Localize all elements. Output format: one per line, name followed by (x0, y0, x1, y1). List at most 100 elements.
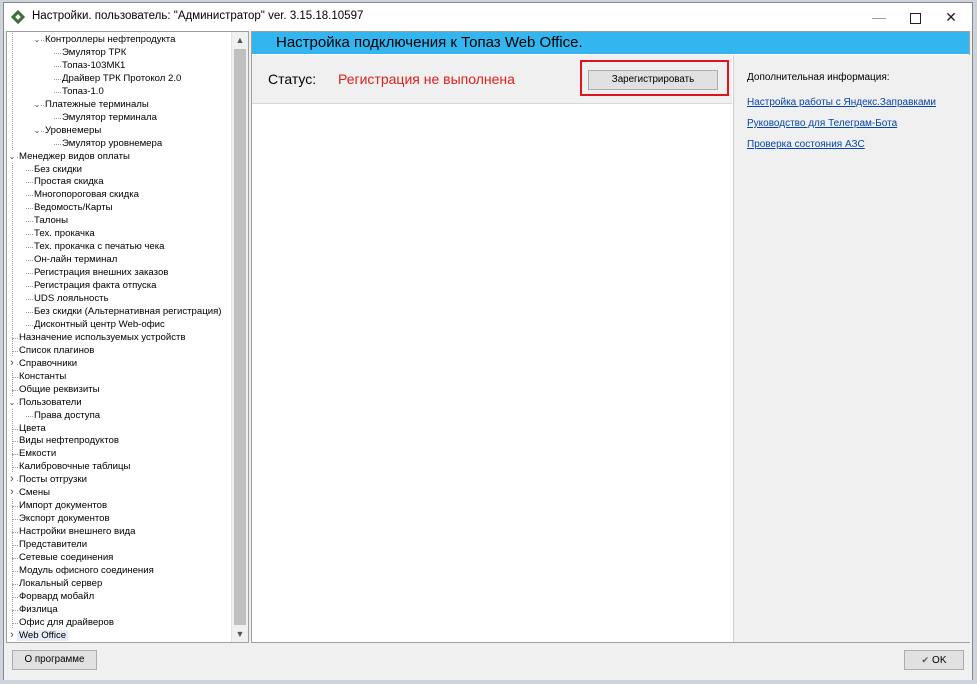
tree-item[interactable]: Платежные терминалы (45, 98, 149, 111)
tree-item[interactable]: Эмулятор ТРК (62, 46, 126, 59)
tree-item[interactable]: Назначение используемых устройств (19, 331, 186, 344)
settings-tree[interactable]: ⌄ Контроллеры нефтепродукта Эмулятор ТРК То… (6, 31, 249, 643)
tree-item[interactable]: Смены (19, 486, 50, 499)
tree-item[interactable]: Виды нефтепродуктов (19, 434, 119, 447)
tree-item-label: Он-лайн терминал (34, 254, 118, 266)
tree-item[interactable]: Регистрация факта отпуска (34, 279, 157, 292)
tree-item[interactable]: Топаз-1.0 (62, 85, 104, 98)
tree-item[interactable]: Емкости (19, 447, 56, 460)
tree-item[interactable]: Эмулятор терминала (62, 111, 157, 124)
tree-item[interactable]: Ведомость/Карты (34, 201, 113, 214)
chevron-right-icon[interactable]: › (8, 486, 16, 500)
tree-item[interactable]: Эмулятор уровнемера (62, 137, 162, 150)
tree-item[interactable]: Регистрация внешних заказов (34, 266, 168, 279)
tree-item-label: Без скидки (Альтернативная регистрация) (34, 305, 222, 317)
tree-item[interactable]: Офис для драйверов (19, 616, 114, 629)
tree-item[interactable]: Модуль офисного соединения (19, 564, 154, 577)
tree-item[interactable]: Драйвер ТРК Протокол 2.0 (62, 72, 181, 85)
tree-connector (26, 247, 33, 249)
tree-item[interactable]: Импорт документов (19, 499, 107, 512)
tree-connector (12, 428, 18, 430)
scroll-thumb[interactable] (234, 49, 246, 625)
tree-item[interactable]: Дисконтный центр Web-офис (34, 318, 165, 331)
tree-item[interactable]: Общие реквизиты (19, 383, 100, 396)
scroll-up-icon[interactable]: ▲ (232, 32, 248, 48)
tree-item[interactable]: Контроллеры нефтепродукта (45, 33, 175, 46)
tree-item-label: Топаз-1.0 (62, 85, 104, 97)
tree-connector (26, 324, 33, 326)
window-title: Настройки. пользователь: "Администратор"… (32, 10, 364, 22)
maximize-button[interactable] (898, 3, 932, 31)
tree-item[interactable]: Настройки внешнего вида (19, 525, 135, 538)
tree-item[interactable]: Физлица (19, 603, 58, 616)
tree-item[interactable]: Без скидки (Альтернативная регистрация) (34, 305, 221, 318)
minimize-button[interactable]: — (862, 3, 896, 31)
tree-connector (26, 311, 33, 313)
tree-connector (12, 596, 18, 598)
tree-item-label: Настройки внешнего вида (19, 526, 136, 538)
chevron-down-icon[interactable]: ⌄ (33, 123, 41, 137)
tree-connector (26, 182, 33, 184)
tree-item[interactable]: Посты отгрузки (19, 473, 87, 486)
tree-item[interactable]: Менеджер видов оплаты (19, 150, 130, 163)
tree-item[interactable]: Список плагинов (19, 344, 94, 357)
tree-item[interactable]: Многопороговая скидка (34, 188, 139, 201)
tree-item[interactable]: Сетевые соединения (19, 551, 113, 564)
tree-item[interactable]: UDS лояльность (34, 292, 109, 305)
tree-item-label: Емкости (19, 448, 57, 460)
tree-item[interactable]: Права доступа (34, 409, 100, 422)
tree-item[interactable]: Простая скидка (34, 175, 104, 188)
tree-item[interactable]: Талоны (34, 214, 68, 227)
tree-item[interactable]: Топаз-103МК1 (62, 59, 125, 72)
tree-item[interactable]: Без скидки (34, 163, 82, 176)
title-bar[interactable]: Настройки. пользователь: "Администратор"… (4, 3, 972, 31)
tree-connector (12, 558, 18, 559)
tree-item[interactable]: Локальный сервер (19, 577, 102, 590)
tree-item[interactable]: Константы (19, 370, 66, 383)
chevron-right-icon[interactable]: › (8, 356, 16, 370)
scroll-down-icon[interactable]: ▼ (232, 626, 248, 642)
tree-item-label: Эмулятор уровнемера (62, 137, 163, 149)
info-title: Дополнительная информация: (747, 72, 890, 83)
register-button[interactable]: Зарегистрировать (588, 70, 718, 90)
link-station-status[interactable]: Проверка состояния АЗС (747, 139, 865, 150)
tree-scrollbar[interactable]: ▲ ▼ (231, 32, 248, 642)
chevron-down-icon[interactable]: ⌄ (8, 149, 16, 163)
chevron-right-icon[interactable]: › (8, 473, 16, 487)
tree-item-label: Регистрация внешних заказов (34, 267, 169, 279)
tree-item[interactable]: Цвета (19, 422, 46, 435)
chevron-right-icon[interactable]: › (8, 628, 16, 642)
tree-item[interactable]: Пользователи (19, 396, 82, 409)
tree-item-label: Web Office (17, 629, 69, 641)
tree-item[interactable]: Тех. прокачка (34, 227, 95, 240)
tree-item-label: Без скидки (34, 163, 82, 175)
tree-item[interactable]: Web Office (17, 629, 69, 642)
tree-item[interactable]: Тех. прокачка с печатью чека (34, 240, 165, 253)
tree-item[interactable]: Экспорт документов (19, 512, 110, 525)
chevron-down-icon[interactable]: ⌄ (8, 395, 16, 409)
tree-item[interactable]: Представители (19, 538, 87, 551)
tree-item[interactable]: Форвард мобайл (19, 590, 94, 603)
tree-item[interactable]: Справочники (19, 357, 77, 370)
chevron-down-icon[interactable]: ⌄ (33, 97, 41, 111)
tree-connector (12, 467, 18, 469)
tree-item[interactable]: Он-лайн терминал (34, 253, 117, 266)
tree-item[interactable]: Калибровочные таблицы (19, 460, 130, 473)
chevron-down-icon[interactable]: ⌄ (33, 33, 41, 46)
tree-connector (12, 622, 18, 624)
link-yandex-fueling[interactable]: Настройка работы с Яндекс.Заправками (747, 97, 936, 108)
tree-item-label: Модуль офисного соединения (19, 564, 154, 576)
tree-item-label: Драйвер ТРК Протокол 2.0 (62, 72, 182, 84)
tree-item-label: Права доступа (34, 409, 101, 421)
connection-area: Статус: Регистрация не выполнена Зарегис… (252, 55, 732, 642)
tree-connector (12, 519, 18, 521)
ok-button[interactable]: ✔ OK (904, 650, 964, 670)
tree-item[interactable]: Уровнемеры (45, 124, 101, 137)
status-value: Регистрация не выполнена (338, 71, 515, 87)
link-telegram-bot[interactable]: Руководство для Телеграм-Бота (747, 118, 897, 129)
close-button[interactable]: ✕ (934, 3, 968, 31)
panel-header: Настройка подключения к Топаз Web Office… (252, 32, 969, 54)
about-button[interactable]: О программе (12, 650, 97, 670)
tree-item-label: Общие реквизиты (19, 383, 100, 395)
tree-item-label: Офис для драйверов (19, 616, 114, 628)
